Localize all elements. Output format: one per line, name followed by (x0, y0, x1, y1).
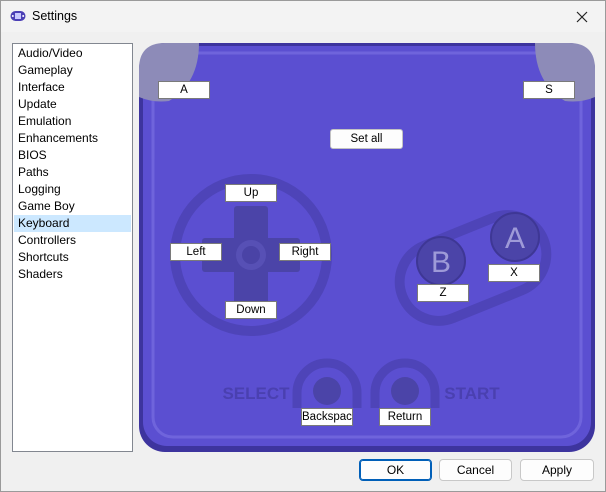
b-button-label: B (431, 246, 451, 279)
sidebar-item-shaders[interactable]: Shaders (14, 266, 131, 283)
close-button[interactable] (559, 1, 605, 32)
title-bar: Settings (1, 1, 605, 32)
start-button (391, 377, 419, 405)
gba-icon (10, 10, 26, 22)
sidebar-item-shortcuts[interactable]: Shortcuts (14, 249, 131, 266)
select-button (313, 377, 341, 405)
sidebar-item-bios[interactable]: BIOS (14, 147, 131, 164)
b-key-field[interactable]: Z (417, 284, 469, 302)
sidebar-item-logging[interactable]: Logging (14, 181, 131, 198)
gba-controller-diagram: B A SELECT START A S Set all Up Left Rig… (139, 43, 595, 452)
apply-button[interactable]: Apply (520, 459, 594, 481)
up-key-field[interactable]: Up (225, 184, 277, 202)
start-label: START (444, 384, 500, 403)
r-key-field[interactable]: S (523, 81, 575, 99)
select-key-field[interactable]: Backspace (301, 408, 353, 426)
sidebar-item-enhancements[interactable]: Enhancements (14, 130, 131, 147)
sidebar-item-interface[interactable]: Interface (14, 79, 131, 96)
a-button-label: A (505, 222, 525, 255)
settings-category-list[interactable]: Audio/Video Gameplay Interface Update Em… (12, 43, 133, 452)
left-key-field[interactable]: Left (170, 243, 222, 261)
down-key-field[interactable]: Down (225, 301, 277, 319)
close-icon (576, 11, 588, 22)
right-key-field[interactable]: Right (279, 243, 331, 261)
sidebar-item-gameplay[interactable]: Gameplay (14, 62, 131, 79)
sidebar-item-audio-video[interactable]: Audio/Video (14, 45, 131, 62)
sidebar-item-paths[interactable]: Paths (14, 164, 131, 181)
sidebar-item-keyboard[interactable]: Keyboard (14, 215, 131, 232)
l-key-field[interactable]: A (158, 81, 210, 99)
cancel-button[interactable]: Cancel (439, 459, 512, 481)
set-all-button[interactable]: Set all (330, 129, 403, 149)
a-key-field[interactable]: X (488, 264, 540, 282)
select-label: SELECT (222, 384, 290, 403)
ok-button[interactable]: OK (359, 459, 432, 481)
window-title: Settings (32, 9, 78, 23)
start-key-field[interactable]: Return (379, 408, 431, 426)
settings-window: Settings Audio/Video Gameplay Interface … (0, 0, 606, 492)
sidebar-item-game-boy[interactable]: Game Boy (14, 198, 131, 215)
sidebar-item-update[interactable]: Update (14, 96, 131, 113)
sidebar-item-emulation[interactable]: Emulation (14, 113, 131, 130)
sidebar-item-controllers[interactable]: Controllers (14, 232, 131, 249)
